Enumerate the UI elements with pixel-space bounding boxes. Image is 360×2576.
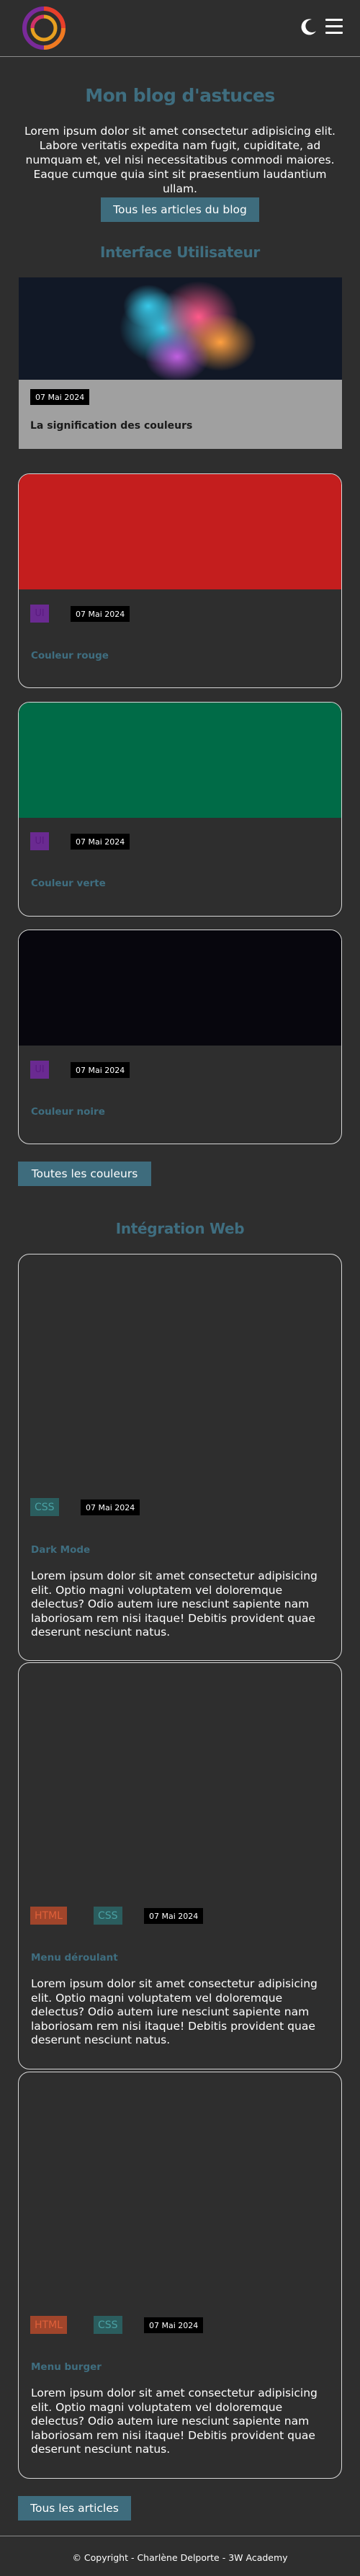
all-blog-articles-button[interactable]: Tous les articles du blog [101,197,259,222]
moon-icon[interactable] [300,17,318,36]
card-image-green [19,703,341,818]
featured-date: 07 Mai 2024 [30,389,90,405]
card-date: 07 Mai 2024 [144,2317,204,2333]
footer-copyright: © Copyright - Charlène Delporte - 3W Aca… [72,2552,288,2563]
card-title[interactable]: Couleur rouge [31,650,109,661]
section-title-ui: Interface Utilisateur [100,244,260,261]
tag-css[interactable]: CSS [30,1498,59,1516]
page-title: Mon blog d'astuces [85,85,275,106]
hamburger-menu-icon[interactable] [325,19,343,35]
all-colors-button[interactable]: Toutes les couleurs [18,1162,151,1186]
tag-ui[interactable]: UI [30,1061,49,1079]
tag-ui[interactable]: UI [30,832,49,850]
card-date: 07 Mai 2024 [81,1499,140,1515]
burger-line [325,32,343,34]
card-text: Lorem ipsum dolor sit amet consectetur a… [31,1977,318,2046]
burger-line [325,19,343,21]
tag-css[interactable]: CSS [94,2316,122,2334]
logo-icon[interactable] [20,4,68,52]
article-card[interactable]: UI 07 Mai 2024 Couleur rouge [18,473,342,688]
article-card[interactable]: HTML CSS 07 Mai 2024 Menu burger Lorem i… [18,2072,342,2479]
card-title[interactable]: Menu burger [31,2361,102,2373]
card-text: Lorem ipsum dolor sit amet consectetur a… [31,1569,318,1639]
card-title[interactable]: Menu déroulant [31,1952,118,1964]
card-date: 07 Mai 2024 [71,1062,130,1078]
card-date: 07 Mai 2024 [71,606,130,622]
article-card[interactable]: UI 07 Mai 2024 Couleur noire [18,930,342,1144]
all-articles-button[interactable]: Tous les articles [18,2496,131,2521]
card-text: Lorem ipsum dolor sit amet consectetur a… [31,2386,318,2456]
burger-line [325,25,343,27]
article-card[interactable]: CSS 07 Mai 2024 Dark Mode Lorem ipsum do… [18,1254,342,1661]
tag-ui[interactable]: UI [30,605,49,623]
card-title[interactable]: Dark Mode [31,1544,90,1556]
card-title[interactable]: Couleur verte [31,878,106,889]
card-date: 07 Mai 2024 [71,834,130,850]
tag-html[interactable]: HTML [30,2316,67,2334]
site-header [0,0,360,57]
tag-css[interactable]: CSS [94,1907,122,1925]
article-card[interactable]: UI 07 Mai 2024 Couleur verte [18,702,342,917]
tag-html[interactable]: HTML [30,1907,67,1925]
featured-title: La signification des couleurs [30,420,193,432]
featured-image [19,277,342,383]
card-title[interactable]: Couleur noire [31,1106,105,1118]
article-card[interactable]: HTML CSS 07 Mai 2024 Menu déroulant Lore… [18,1662,342,2069]
card-date: 07 Mai 2024 [144,1908,204,1924]
featured-article-card[interactable]: 07 Mai 2024 La signification des couleur… [19,277,342,449]
card-image-red [19,474,341,589]
card-image-black [19,930,341,1046]
hero-text: Lorem ipsum dolor sit amet consectetur a… [24,125,336,195]
section-title-web: Intégration Web [115,1220,245,1237]
